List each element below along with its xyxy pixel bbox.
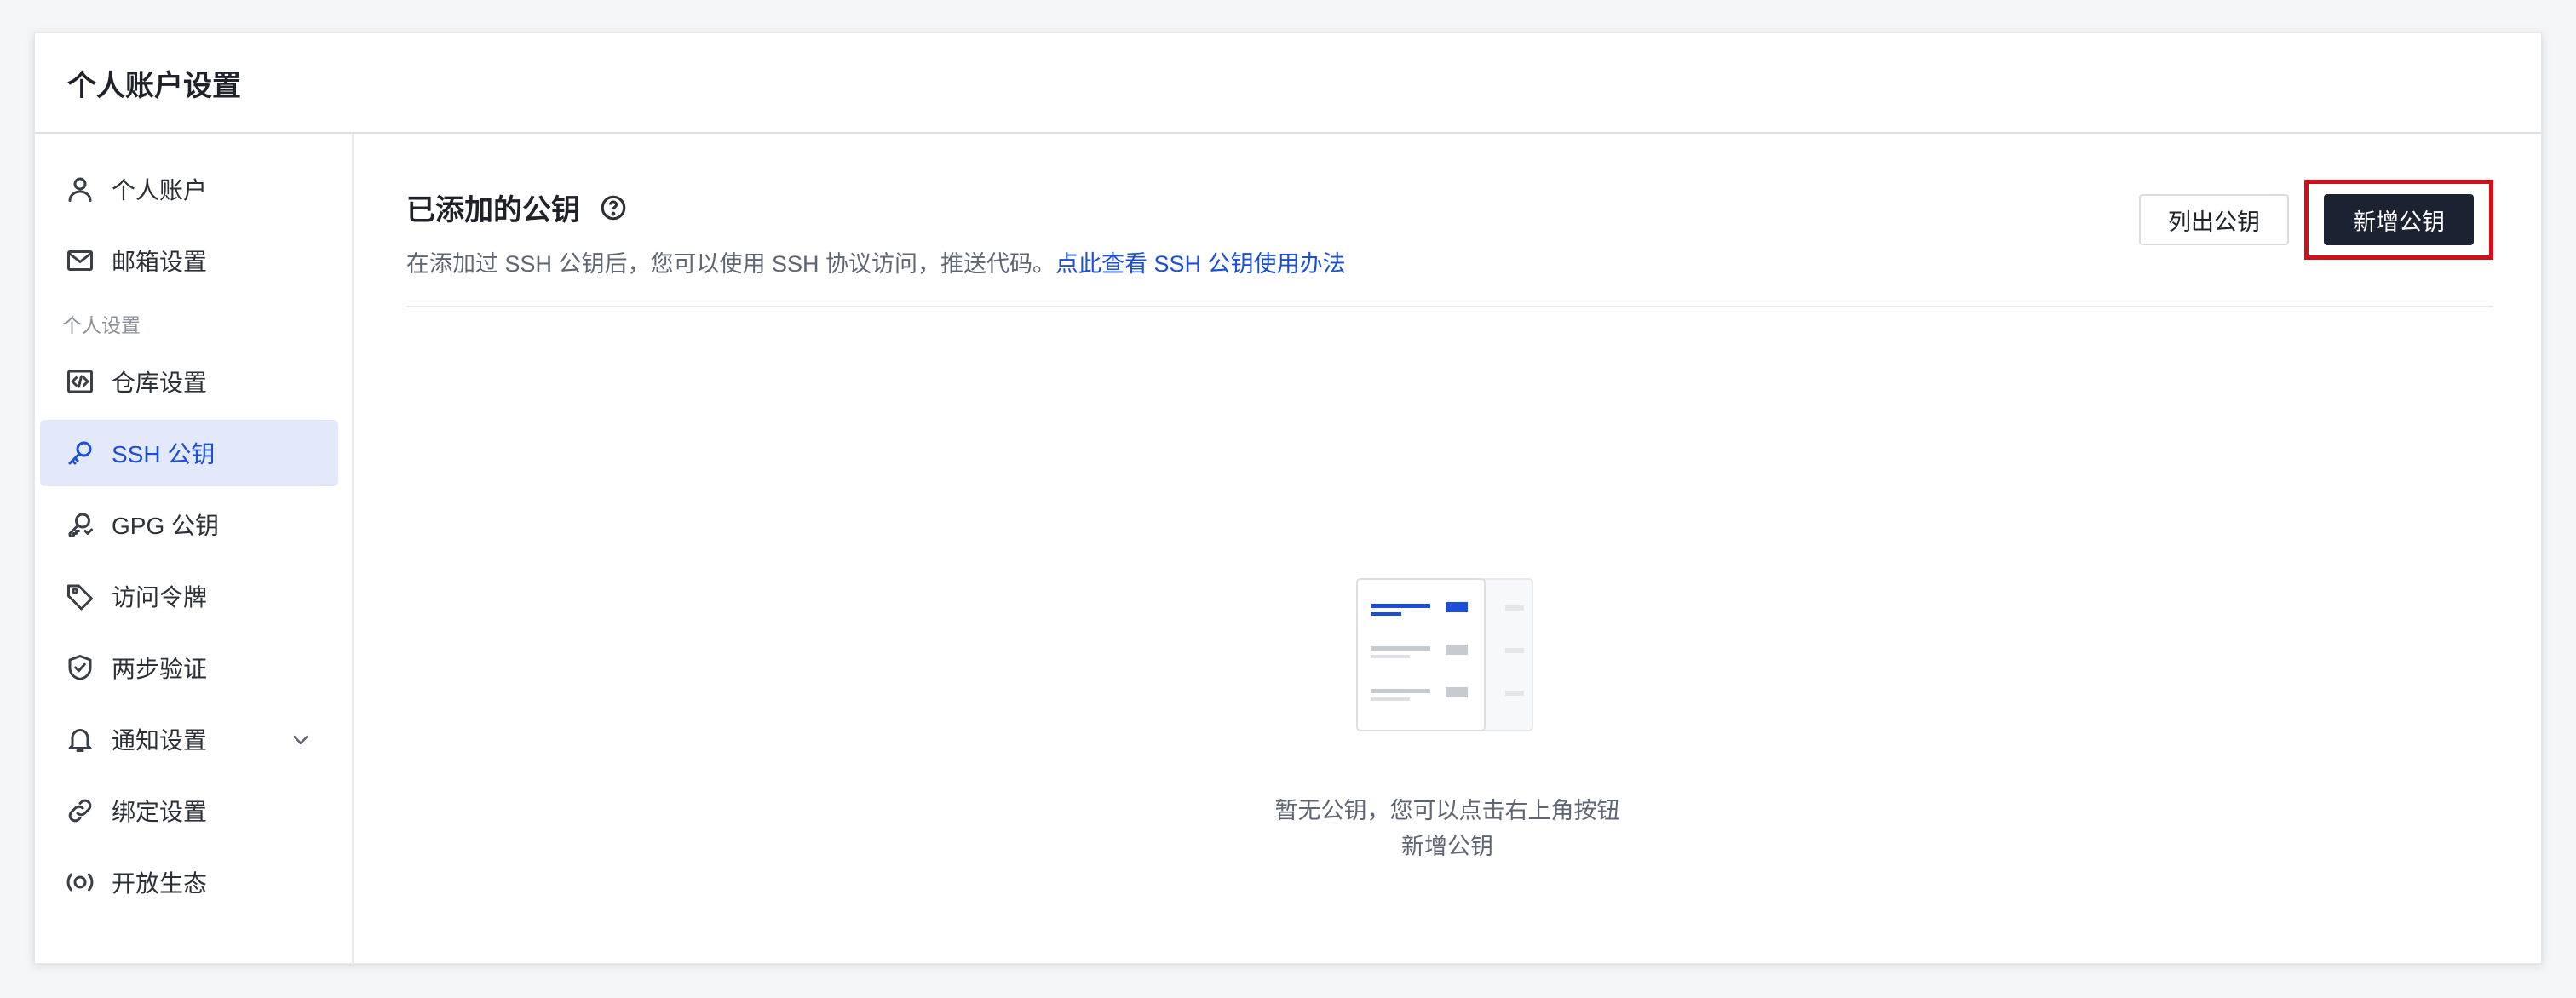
mail-icon	[64, 244, 96, 277]
main-content: 已添加的公钥 在添加过 SSH 公钥后，您可以使用 SSH 协议访问，推送代码。…	[354, 134, 2541, 965]
settings-window: 个人账户设置 个人账户 邮箱设置 个人设置 仓库设置 SSH 公钥 GPG 公钥…	[34, 32, 2542, 965]
heading-wrap: 已添加的公钥 在添加过 SSH 公钥后，您可以使用 SSH 协议访问，推送代码。…	[406, 186, 2139, 278]
sidebar-item-repo[interactable]: 仓库设置	[40, 348, 338, 415]
ssh-usage-link[interactable]: 点此查看 SSH 公钥使用办法	[1055, 251, 1346, 277]
section-label: 个人设置	[62, 314, 141, 336]
shield-check-icon	[64, 651, 96, 684]
window-title: 个人账户设置	[67, 69, 241, 102]
sidebar-item-ecosystem[interactable]: 开放生态	[40, 849, 338, 915]
code-icon	[64, 365, 96, 398]
sidebar: 个人账户 邮箱设置 个人设置 仓库设置 SSH 公钥 GPG 公钥 访问令牌 两…	[35, 134, 354, 965]
user-icon	[64, 173, 96, 205]
link-icon	[64, 794, 96, 827]
sidebar-item-ssh-key[interactable]: SSH 公钥	[40, 420, 338, 486]
empty-line-1: 暂无公钥，您可以点击右上角按钮	[1274, 798, 1620, 823]
header-actions: 列出公钥 新增公钥	[2139, 180, 2493, 260]
window-body: 个人账户 邮箱设置 个人设置 仓库设置 SSH 公钥 GPG 公钥 访问令牌 两…	[35, 134, 2541, 965]
sidebar-item-label: 两步验证	[112, 656, 208, 682]
divider	[406, 306, 2493, 307]
page-heading: 已添加的公钥	[406, 186, 2139, 228]
description-text: 在添加过 SSH 公钥后，您可以使用 SSH 协议访问，推送代码。	[406, 251, 1056, 277]
empty-document-icon	[1356, 578, 1533, 731]
sidebar-item-label: SSH 公钥	[112, 441, 216, 467]
key-icon	[64, 437, 96, 469]
sidebar-item-label: 邮箱设置	[112, 249, 208, 275]
empty-line-2: 新增公钥	[1401, 834, 1493, 859]
add-key-button[interactable]: 新增公钥	[2324, 194, 2474, 245]
sidebar-item-account[interactable]: 个人账户	[40, 156, 338, 222]
bell-icon	[64, 723, 96, 755]
sidebar-item-label: 开放生态	[112, 870, 208, 897]
empty-message: 暂无公钥，您可以点击右上角按钮 新增公钥	[1275, 793, 1620, 864]
gpg-key-icon	[64, 508, 96, 541]
sidebar-item-label: 访问令牌	[112, 584, 208, 611]
list-keys-button[interactable]: 列出公钥	[2139, 194, 2289, 245]
empty-state: 暂无公钥，您可以点击右上角按钮 新增公钥	[354, 576, 2541, 864]
sidebar-item-bindings[interactable]: 绑定设置	[40, 777, 338, 844]
sidebar-item-gpg-key[interactable]: GPG 公钥	[40, 491, 338, 558]
page-description: 在添加过 SSH 公钥后，您可以使用 SSH 协议访问，推送代码。点此查看 SS…	[406, 245, 2139, 278]
highlight-box: 新增公钥	[2304, 180, 2493, 260]
window-header: 个人账户设置	[35, 33, 2541, 134]
sidebar-item-label: 通知设置	[112, 727, 208, 754]
sidebar-item-access-token[interactable]: 访问令牌	[40, 563, 338, 629]
sidebar-item-label: 绑定设置	[112, 799, 208, 825]
sidebar-item-email[interactable]: 邮箱设置	[40, 227, 338, 294]
main-header: 已添加的公钥 在添加过 SSH 公钥后，您可以使用 SSH 协议访问，推送代码。…	[406, 134, 2493, 278]
sidebar-item-notifications[interactable]: 通知设置	[40, 706, 338, 772]
ecosystem-icon	[64, 866, 96, 898]
sidebar-item-label: 仓库设置	[112, 370, 208, 396]
sidebar-item-two-factor[interactable]: 两步验证	[40, 634, 338, 701]
sidebar-item-label: 个人账户	[112, 177, 208, 204]
sidebar-item-label: GPG 公钥	[112, 513, 220, 539]
page-title: 已添加的公钥	[406, 194, 580, 227]
help-icon[interactable]	[599, 193, 628, 222]
chevron-down-icon[interactable]	[289, 727, 313, 751]
tag-icon	[64, 580, 96, 612]
